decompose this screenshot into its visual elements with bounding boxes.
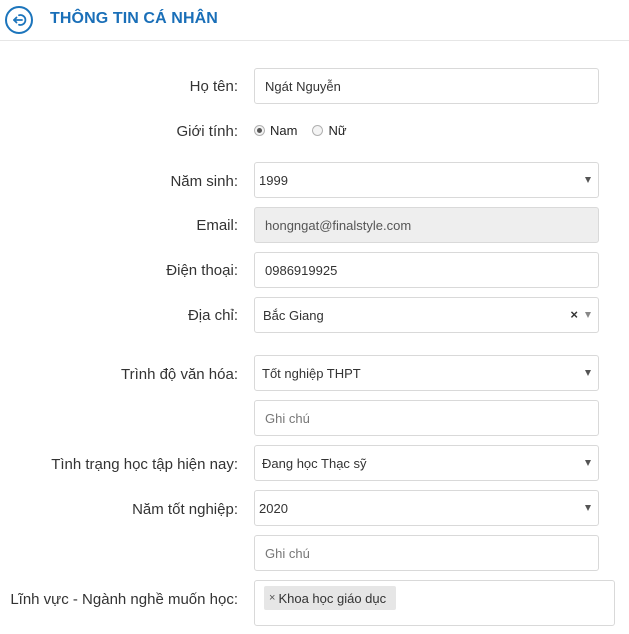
graduation-year-label: Năm tốt nghiệp: [132,501,238,518]
birth-year-select[interactable]: 1999 [254,162,599,198]
education-label: Trình độ văn hóa: [120,366,238,383]
chevron-down-icon [585,370,591,376]
chevron-down-icon [585,505,591,511]
gender-option-male[interactable]: Nam [270,123,297,138]
tag-label: Khoa học giáo dục [278,590,387,606]
education-value: Tốt nghiệp THPT [262,365,361,381]
phone-label: Điện thoại: [166,262,238,279]
arrow-circle-icon [5,6,33,34]
page-header: THÔNG TIN CÁ NHÂN [0,0,629,41]
name-input[interactable]: Ngát Nguyễn [254,68,599,104]
study-status-select[interactable]: Đang học Thạc sỹ [254,445,599,481]
chevron-down-icon [585,460,591,466]
email-field: hongngat@finalstyle.com [254,207,599,243]
phone-value: 0986919925 [265,262,338,278]
field-of-study-tag: × Khoa học giáo dục [264,586,397,610]
address-value: Bắc Giang [263,307,324,323]
education-note-placeholder: Ghi chú [265,410,310,426]
gender-label: Giới tính: [176,123,238,140]
education-note-input[interactable]: Ghi chú [254,400,599,436]
education-select[interactable]: Tốt nghiệp THPT [254,355,599,391]
birth-year-value: 1999 [259,172,288,188]
name-label: Họ tên: [189,78,238,95]
address-select[interactable]: Bắc Giang × [254,297,599,333]
birth-year-label: Năm sinh: [170,173,238,190]
field-of-study-multiselect[interactable]: × Khoa học giáo dục [254,580,615,626]
address-label: Địa chỉ: [187,307,238,324]
name-value: Ngát Nguyễn [265,78,341,94]
remove-tag-icon[interactable]: × [269,592,275,604]
email-value: hongngat@finalstyle.com [265,217,412,233]
page-title: THÔNG TIN CÁ NHÂN [50,10,218,27]
study-status-label: Tình trạng học tập hiện nay: [51,456,238,473]
study-status-value: Đang học Thạc sỹ [262,455,367,471]
clear-icon[interactable]: × [570,307,578,322]
gender-radio-group: Nam Nữ [254,123,362,138]
graduation-year-select[interactable]: 2020 [254,490,599,526]
graduation-year-value: 2020 [259,500,288,516]
graduation-note-placeholder: Ghi chú [265,545,310,561]
gender-radio-female[interactable] [312,125,324,136]
phone-input[interactable]: 0986919925 [254,252,599,288]
email-label: Email: [196,217,238,234]
gender-radio-male[interactable] [254,125,265,136]
chevron-down-icon [585,177,591,183]
graduation-note-input[interactable]: Ghi chú [254,535,599,571]
field-of-study-label: Lĩnh vực - Ngành nghề muốn học: [10,591,238,608]
gender-option-female[interactable]: Nữ [328,123,346,138]
chevron-down-icon [585,312,591,318]
